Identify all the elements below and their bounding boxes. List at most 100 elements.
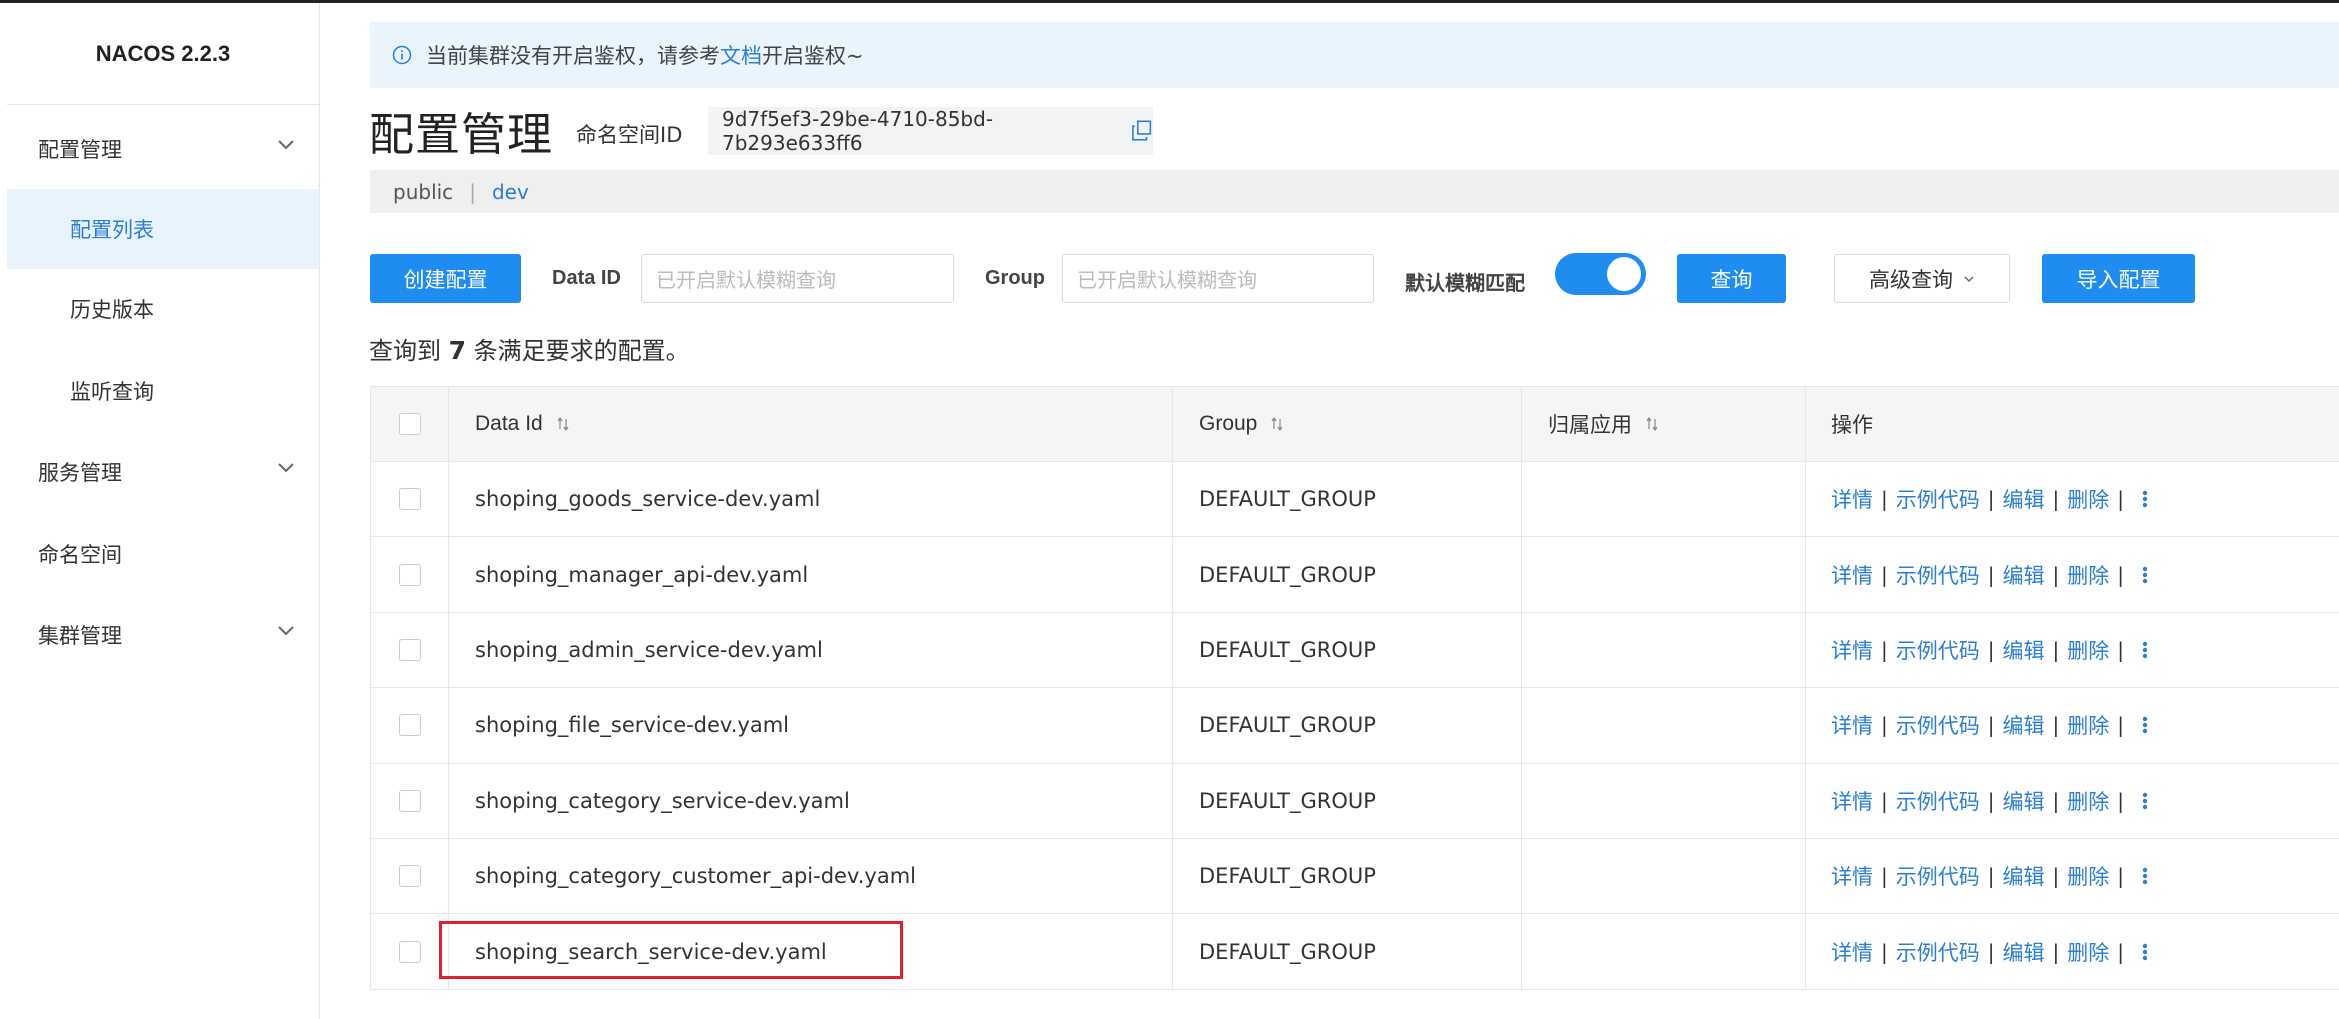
delete-link[interactable]: 删除 bbox=[2067, 560, 2109, 590]
row-checkbox[interactable] bbox=[398, 638, 421, 661]
sidebar-item-history[interactable]: 历史版本 bbox=[7, 269, 319, 349]
row-checkbox[interactable] bbox=[398, 714, 421, 737]
details-link[interactable]: 详情 bbox=[1831, 560, 1873, 590]
cell-app bbox=[1521, 914, 1805, 989]
more-vertical-icon[interactable] bbox=[2142, 791, 2148, 811]
namespace-tab-dev[interactable]: dev bbox=[492, 180, 529, 204]
row-select-cell bbox=[370, 839, 448, 914]
cell-actions: 详情 | 示例代码 | 编辑 | 删除 | bbox=[1805, 763, 2339, 838]
details-link[interactable]: 详情 bbox=[1831, 786, 1873, 816]
edit-link[interactable]: 编辑 bbox=[2003, 710, 2045, 740]
namespace-tab-public[interactable]: public bbox=[393, 180, 453, 204]
cell-app bbox=[1521, 612, 1805, 688]
delete-link[interactable]: 删除 bbox=[2067, 861, 2109, 891]
details-link[interactable]: 详情 bbox=[1831, 861, 1873, 891]
notice-suffix: 开启鉴权~ bbox=[762, 44, 864, 68]
top-border bbox=[0, 0, 2339, 3]
page-title: 配置管理 bbox=[369, 108, 554, 161]
row-checkbox[interactable] bbox=[398, 789, 421, 812]
table-header: Data Id Group 归属应用 操作 bbox=[370, 386, 2339, 462]
action-separator: | bbox=[2117, 637, 2124, 662]
row-select-cell bbox=[370, 914, 448, 989]
column-header-label: Data Id bbox=[475, 412, 543, 435]
sample-code-link[interactable]: 示例代码 bbox=[1896, 635, 1980, 665]
namespace-id-box: 9d7f5ef3-29be-4710-85bd-7b293e633ff6 bbox=[708, 107, 1153, 155]
import-config-button[interactable]: 导入配置 bbox=[2042, 254, 2195, 303]
details-link[interactable]: 详情 bbox=[1831, 937, 1873, 967]
group-placeholder: 已开启默认模糊查询 bbox=[1077, 268, 1257, 292]
row-actions: 详情 | 示例代码 | 编辑 | 删除 | bbox=[1831, 861, 2148, 891]
column-header-dataid[interactable]: Data Id bbox=[448, 387, 1172, 461]
cell-group: DEFAULT_GROUP bbox=[1172, 914, 1521, 989]
details-link[interactable]: 详情 bbox=[1831, 635, 1873, 665]
advanced-query-button[interactable]: 高级查询 bbox=[1834, 254, 2010, 303]
docs-link[interactable]: 文档 bbox=[720, 40, 762, 70]
select-all-checkbox[interactable] bbox=[398, 413, 421, 435]
row-checkbox[interactable] bbox=[398, 488, 421, 511]
details-link[interactable]: 详情 bbox=[1831, 484, 1873, 514]
action-separator: | bbox=[2052, 487, 2060, 512]
more-vertical-icon[interactable] bbox=[2142, 489, 2148, 509]
more-vertical-icon[interactable] bbox=[2142, 942, 2148, 962]
group-value: DEFAULT_GROUP bbox=[1199, 637, 1376, 662]
sidebar-item-config-management[interactable]: 配置管理 bbox=[7, 109, 319, 189]
create-config-button[interactable]: 创建配置 bbox=[370, 254, 521, 303]
sample-code-link[interactable]: 示例代码 bbox=[1896, 560, 1980, 590]
more-vertical-icon[interactable] bbox=[2142, 715, 2148, 735]
edit-link[interactable]: 编辑 bbox=[2003, 861, 2045, 891]
cell-dataid: shoping_search_service-dev.yaml bbox=[448, 914, 1172, 989]
sample-code-link[interactable]: 示例代码 bbox=[1896, 861, 1980, 891]
copy-icon[interactable] bbox=[1130, 119, 1153, 143]
table-row: shoping_manager_api-dev.yaml DEFAULT_GROU… bbox=[370, 537, 2339, 613]
delete-link[interactable]: 删除 bbox=[2067, 484, 2109, 514]
sample-code-link[interactable]: 示例代码 bbox=[1896, 937, 1980, 967]
column-header-label: 归属应用 bbox=[1548, 414, 1632, 437]
row-checkbox[interactable] bbox=[398, 563, 421, 586]
query-button[interactable]: 查询 bbox=[1677, 254, 1786, 303]
action-separator: | bbox=[2052, 788, 2060, 813]
column-header-actions: 操作 bbox=[1805, 387, 2339, 461]
edit-link[interactable]: 编辑 bbox=[2003, 560, 2045, 590]
action-separator: | bbox=[2052, 864, 2060, 889]
table-row: shoping_file_service-dev.yaml DEFAULT_GRO… bbox=[370, 688, 2339, 764]
group-search-input[interactable]: 已开启默认模糊查询 bbox=[1062, 254, 1374, 303]
dataid-search-input[interactable]: 已开启默认模糊查询 bbox=[641, 254, 954, 303]
edit-link[interactable]: 编辑 bbox=[2003, 635, 2045, 665]
action-separator: | bbox=[1881, 562, 1888, 587]
sort-icon[interactable] bbox=[1271, 417, 1283, 431]
delete-link[interactable]: 删除 bbox=[2067, 937, 2109, 967]
column-header-app[interactable]: 归属应用 bbox=[1521, 387, 1805, 461]
edit-link[interactable]: 编辑 bbox=[2003, 484, 2045, 514]
action-separator: | bbox=[2052, 939, 2060, 964]
row-checkbox[interactable] bbox=[398, 940, 421, 963]
chevron-down-icon bbox=[278, 140, 294, 150]
sidebar-item-listener-query[interactable]: 监听查询 bbox=[7, 351, 319, 431]
column-header-group[interactable]: Group bbox=[1172, 387, 1521, 461]
sidebar-item-cluster-management[interactable]: 集群管理 bbox=[7, 595, 319, 675]
fuzzy-match-label: 默认模糊匹配 bbox=[1405, 273, 1525, 295]
details-link[interactable]: 详情 bbox=[1831, 710, 1873, 740]
more-vertical-icon[interactable] bbox=[2142, 866, 2148, 886]
more-vertical-icon[interactable] bbox=[2142, 640, 2148, 660]
cell-actions: 详情 | 示例代码 | 编辑 | 删除 | bbox=[1805, 462, 2339, 537]
action-separator: | bbox=[1987, 487, 1995, 512]
row-select-cell bbox=[370, 462, 448, 537]
cell-group: DEFAULT_GROUP bbox=[1172, 462, 1521, 537]
edit-link[interactable]: 编辑 bbox=[2003, 786, 2045, 816]
delete-link[interactable]: 删除 bbox=[2067, 710, 2109, 740]
sample-code-link[interactable]: 示例代码 bbox=[1896, 786, 1980, 816]
sidebar-item-namespace[interactable]: 命名空间 bbox=[7, 514, 319, 594]
sort-icon[interactable] bbox=[1646, 417, 1658, 431]
fuzzy-match-toggle[interactable] bbox=[1555, 253, 1646, 295]
edit-link[interactable]: 编辑 bbox=[2003, 937, 2045, 967]
sample-code-link[interactable]: 示例代码 bbox=[1896, 484, 1980, 514]
more-vertical-icon[interactable] bbox=[2142, 565, 2148, 585]
sidebar-item-service-management[interactable]: 服务管理 bbox=[7, 432, 319, 512]
sidebar-item-config-list[interactable]: 配置列表 bbox=[7, 189, 319, 269]
sample-code-link[interactable]: 示例代码 bbox=[1896, 710, 1980, 740]
sort-icon[interactable] bbox=[557, 417, 569, 431]
dataid-placeholder: 已开启默认模糊查询 bbox=[656, 268, 836, 292]
row-checkbox[interactable] bbox=[398, 865, 421, 888]
delete-link[interactable]: 删除 bbox=[2067, 635, 2109, 665]
delete-link[interactable]: 删除 bbox=[2067, 786, 2109, 816]
